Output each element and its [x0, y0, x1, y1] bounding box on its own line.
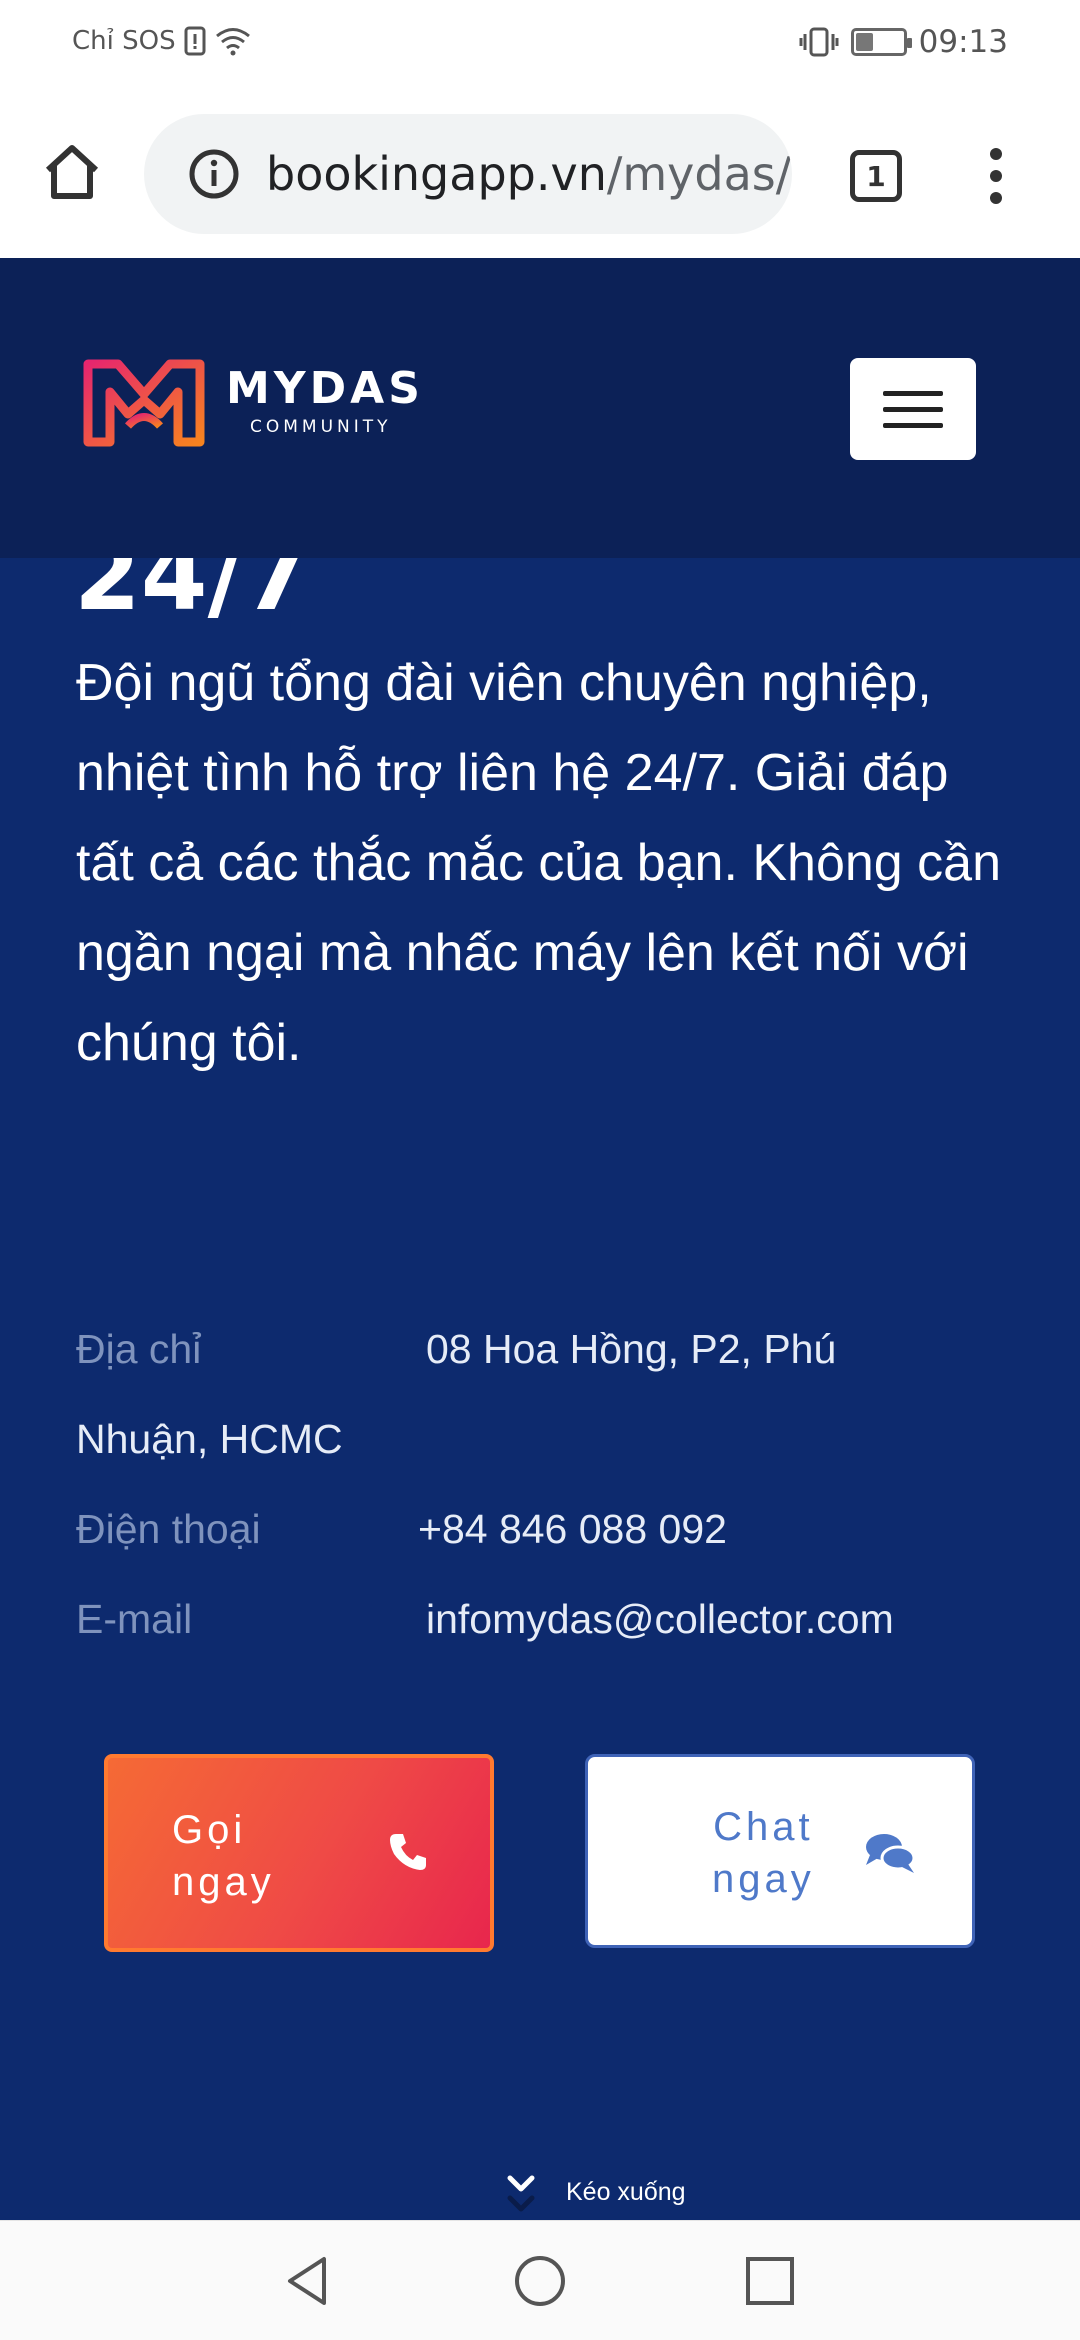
menu-dot	[990, 170, 1002, 182]
web-page: MYDAS COMMUNITY 24/7 Đội ngũ tổng đài vi…	[0, 258, 1080, 2220]
contact-info: Địa chỉ 08 Hoa Hồng, P2, Phú Nhuận, HCMC…	[76, 1304, 1016, 1664]
browser-toolbar: bookingapp.vn/mydas/ 1	[0, 90, 1080, 258]
address-value-line2: Nhuận, HCMC	[76, 1416, 343, 1462]
hamburger-line	[883, 406, 943, 412]
status-right: 09:13	[799, 24, 1008, 60]
email-row: E-mail infomydas@collector.com	[76, 1574, 1016, 1664]
wifi-icon	[215, 28, 250, 56]
chat-label-line1: Chat	[713, 1805, 814, 1849]
url-path: /mydas/	[606, 147, 792, 201]
call-label-line1: Gọi	[172, 1808, 247, 1852]
call-label-line2: ngay	[172, 1860, 275, 1904]
alert-sim-icon	[184, 26, 206, 56]
site-logo[interactable]: MYDAS COMMUNITY	[82, 356, 424, 448]
phone-label: Điện thoại	[76, 1506, 261, 1552]
email-label: E-mail	[76, 1596, 193, 1642]
home-icon[interactable]	[40, 140, 104, 204]
status-bar: Chỉ SOS 09:13	[0, 0, 1080, 90]
url-host: bookingapp.vn	[266, 147, 607, 201]
info-icon[interactable]	[188, 148, 240, 200]
call-button-label: Gọi ngay	[172, 1804, 275, 1908]
call-now-button[interactable]: Gọi ngay	[104, 1754, 494, 1952]
chat-now-button[interactable]: Chat ngay	[585, 1754, 975, 1948]
support-description: Đội ngũ tổng đài viên chuyên nghiệp, nhi…	[76, 654, 1002, 1072]
recents-icon[interactable]	[742, 2253, 798, 2309]
phone-icon	[390, 1834, 426, 1870]
address-row: Địa chỉ 08 Hoa Hồng, P2, Phú	[76, 1304, 1016, 1394]
carrier-text: Chỉ SOS	[72, 26, 176, 56]
scroll-down-hint[interactable]: Kéo xuống	[506, 2172, 686, 2216]
tab-count: 1	[866, 159, 886, 193]
scroll-hint-text: Kéo xuống	[566, 2178, 686, 2206]
tab-switcher-button[interactable]: 1	[850, 150, 902, 202]
email-value[interactable]: infomydas@collector.com	[426, 1574, 894, 1664]
status-left: Chỉ SOS	[72, 26, 252, 56]
phone-row: Điện thoại +84 846 088 092	[76, 1484, 1016, 1574]
url-text[interactable]: bookingapp.vn/mydas/	[266, 147, 791, 201]
battery-fill	[855, 33, 874, 51]
vibrate-icon	[799, 27, 839, 57]
logo-text: MYDAS COMMUNITY	[226, 363, 424, 438]
hamburger-line	[883, 390, 943, 396]
menu-dot	[990, 148, 1002, 160]
address-bar[interactable]: bookingapp.vn/mydas/	[144, 114, 792, 234]
logo-subtitle: COMMUNITY	[250, 417, 392, 437]
address-label: Địa chỉ	[76, 1326, 202, 1372]
phone-value[interactable]: +84 846 088 092	[418, 1484, 727, 1574]
chat-button-label: Chat ngay	[712, 1801, 815, 1905]
menu-dot	[990, 192, 1002, 204]
browser-menu-button[interactable]	[978, 148, 1014, 204]
chat-label-line2: ngay	[712, 1857, 815, 1901]
hamburger-menu-button[interactable]	[850, 358, 976, 460]
address-value-line1: 08 Hoa Hồng, P2, Phú	[426, 1326, 837, 1372]
chat-bubbles-icon	[866, 1834, 916, 1873]
battery-icon	[850, 28, 912, 56]
site-header: MYDAS COMMUNITY	[0, 258, 1080, 558]
back-icon[interactable]	[280, 2253, 336, 2309]
system-navigation-bar	[0, 2220, 1080, 2340]
home-circle-icon[interactable]	[512, 2253, 568, 2309]
logo-name: MYDAS	[226, 363, 424, 414]
hamburger-line	[883, 422, 943, 428]
mydas-logo-icon	[83, 359, 205, 447]
clock: 09:13	[918, 24, 1008, 60]
chevron-down-icon	[507, 2175, 535, 2212]
